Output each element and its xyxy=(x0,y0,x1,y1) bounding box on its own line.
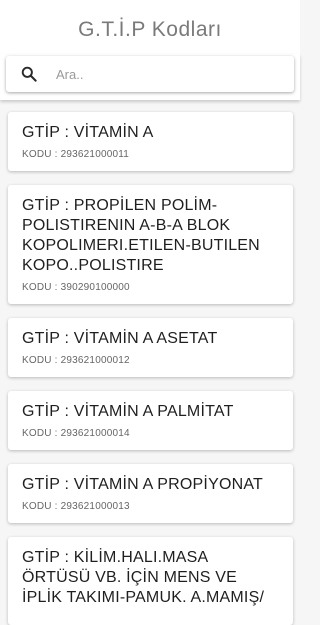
item-title: GTİP : KİLİM.HALI.MASA ÖRTÜSÜ VB. İÇİN M… xyxy=(22,549,265,606)
item-title: GTİP : VİTAMİN A ASETAT xyxy=(22,330,218,347)
app-header: G.T.İ.P Kodları xyxy=(0,0,300,54)
search-input[interactable] xyxy=(54,65,258,83)
list-item[interactable]: GTİP : PROPİLEN POLİM-POLISTIRENIN A-B-A… xyxy=(8,185,293,304)
list-item[interactable]: GTİP : VİTAMİN A PROPİYONAT KODU : 29362… xyxy=(8,464,293,523)
item-code: KODU : 293621000013 xyxy=(22,501,130,512)
search-icon[interactable] xyxy=(20,65,38,83)
list-item[interactable]: GTİP : VİTAMİN A KODU : 293621000011 xyxy=(8,112,293,171)
list-item[interactable]: GTİP : VİTAMİN A ASETAT KODU : 293621000… xyxy=(8,318,293,377)
list-item[interactable]: GTİP : VİTAMİN A PALMİTAT KODU : 2936210… xyxy=(8,391,293,450)
item-code: KODU : 293621000012 xyxy=(22,355,130,366)
search-bar xyxy=(0,54,300,100)
item-title: GTİP : VİTAMİN A xyxy=(22,124,154,141)
page-title: G.T.İ.P Kodları xyxy=(78,18,222,41)
item-code: KODU : 293621000014 xyxy=(22,428,130,439)
search-box[interactable] xyxy=(6,56,294,92)
gtip-list: GTİP : VİTAMİN A KODU : 293621000011 GTİ… xyxy=(0,100,300,625)
item-title: GTİP : VİTAMİN A PROPİYONAT xyxy=(22,476,264,493)
item-code: KODU : 293621000011 xyxy=(22,149,130,160)
item-title: GTİP : VİTAMİN A PALMİTAT xyxy=(22,403,234,420)
item-code: KODU : 390290100000 xyxy=(22,282,130,293)
item-title: GTİP : PROPİLEN POLİM-POLISTIRENIN A-B-A… xyxy=(22,197,260,274)
list-item[interactable]: GTİP : KİLİM.HALI.MASA ÖRTÜSÜ VB. İÇİN M… xyxy=(8,537,293,625)
